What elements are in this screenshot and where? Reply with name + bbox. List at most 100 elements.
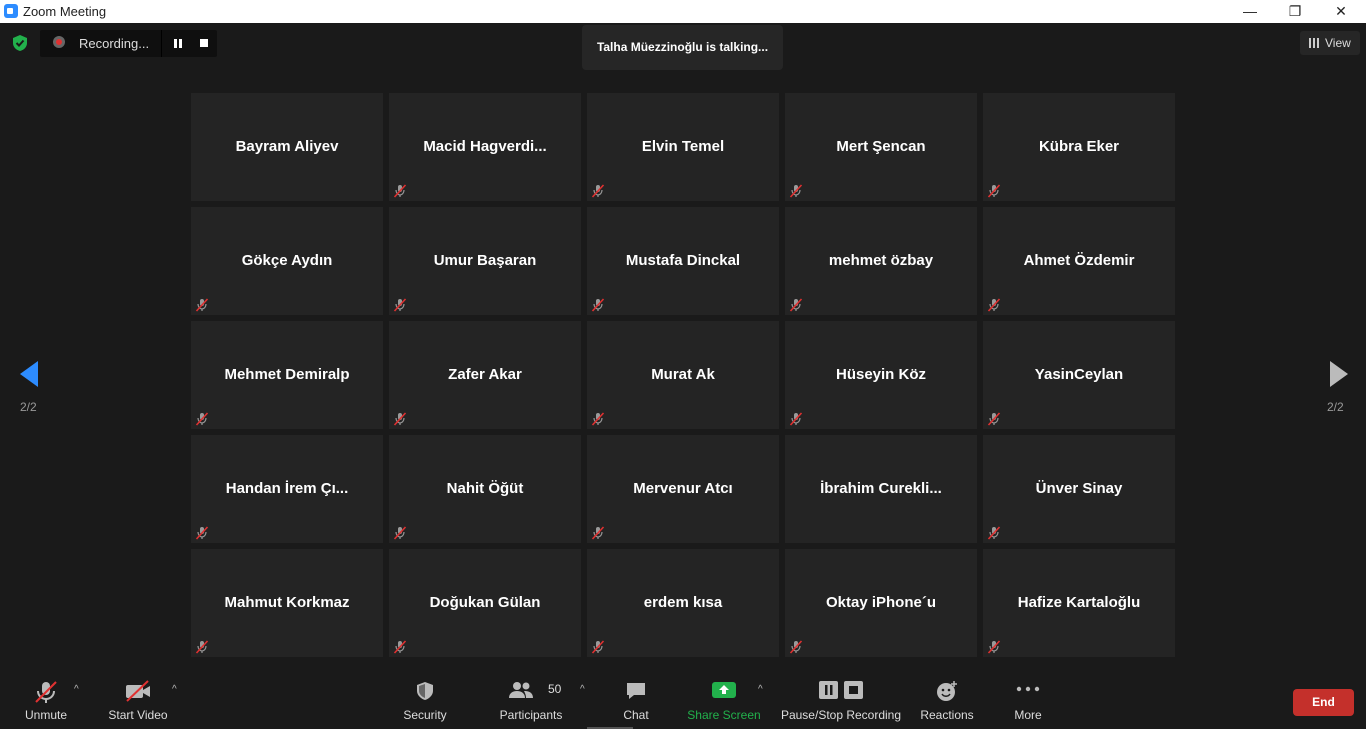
unmute-button[interactable]: Unmute: [14, 668, 78, 729]
participant-name: Mehmet Demiralp: [224, 366, 350, 383]
participant-name: Mahmut Korkmaz: [224, 594, 350, 611]
recording-indicator: Recording...: [40, 30, 217, 57]
participant-tile[interactable]: Umur Başaran: [389, 207, 581, 315]
participant-name: Mert Şencan: [836, 138, 926, 155]
recording-divider: [161, 30, 162, 57]
participant-name: YasinCeylan: [1034, 366, 1124, 383]
participant-tile[interactable]: Mervenur Atcı: [587, 435, 779, 543]
muted-microphone-icon: [987, 640, 1001, 654]
muted-microphone-icon: [591, 526, 605, 540]
participant-tile[interactable]: Mert Şencan: [785, 93, 977, 201]
participant-name: Mervenur Atcı: [633, 480, 733, 497]
previous-page-arrow-icon[interactable]: [12, 355, 52, 395]
chat-bubble-icon: [627, 683, 645, 699]
participant-name: Elvin Temel: [641, 138, 725, 155]
audio-options-caret-icon[interactable]: ^: [74, 684, 79, 695]
participant-tile[interactable]: Gökçe Aydın: [191, 207, 383, 315]
muted-microphone-icon: [393, 526, 407, 540]
more-label: More: [1014, 708, 1042, 722]
muted-microphone-icon: [591, 412, 605, 426]
participant-tile[interactable]: Nahit Öğüt: [389, 435, 581, 543]
muted-microphone-icon: [987, 526, 1001, 540]
participants-options-caret-icon[interactable]: ^: [580, 684, 585, 695]
participants-button[interactable]: 50 Participants: [498, 668, 564, 729]
share-options-caret-icon[interactable]: ^: [758, 684, 763, 695]
muted-microphone-icon: [591, 640, 605, 654]
participant-tile[interactable]: Hafize Kartaloğlu: [983, 549, 1175, 657]
chat-label: Chat: [623, 708, 649, 722]
participant-name: Doğukan Gülan: [429, 594, 541, 611]
title-bar: Zoom Meeting — ❐ ✕: [0, 0, 1366, 23]
muted-microphone-icon: [789, 298, 803, 312]
close-window-button[interactable]: ✕: [1318, 0, 1364, 23]
participant-tile[interactable]: Doğukan Gülan: [389, 549, 581, 657]
muted-microphone-icon: [789, 184, 803, 198]
participant-name: Ahmet Özdemir: [1023, 252, 1135, 269]
participant-tile[interactable]: Zafer Akar: [389, 321, 581, 429]
security-button[interactable]: Security: [398, 668, 452, 729]
encryption-shield-icon[interactable]: [10, 33, 30, 53]
reactions-label: Reactions: [920, 708, 974, 722]
restore-button[interactable]: ❐: [1272, 0, 1318, 23]
muted-microphone-icon: [987, 412, 1001, 426]
participant-tile[interactable]: Oktay iPhone´u: [785, 549, 977, 657]
share-screen-button[interactable]: Share Screen: [686, 668, 762, 729]
participant-name: Ünver Sinay: [1035, 480, 1123, 497]
muted-microphone-icon: [789, 412, 803, 426]
recording-dot-icon: [53, 36, 65, 48]
participant-name: Macid Hagverdi...: [423, 138, 547, 155]
participant-tile[interactable]: Mehmet Demiralp: [191, 321, 383, 429]
pause-stop-icon: [819, 681, 863, 699]
view-label: View: [1325, 36, 1351, 50]
video-options-caret-icon[interactable]: ^: [172, 684, 177, 695]
participant-name: Hafize Kartaloğlu: [1017, 594, 1141, 611]
active-speaker-toast: Talha Müezzinoğlu is talking...: [582, 25, 783, 70]
participant-tile[interactable]: Ünver Sinay: [983, 435, 1175, 543]
participant-tile[interactable]: Handan İrem Çı...: [191, 435, 383, 543]
reactions-button[interactable]: Reactions: [918, 668, 976, 729]
participant-tile[interactable]: Mahmut Korkmaz: [191, 549, 383, 657]
participant-tile[interactable]: Macid Hagverdi...: [389, 93, 581, 201]
pause-stop-recording-button[interactable]: Pause/Stop Recording: [780, 668, 902, 729]
chat-button[interactable]: Chat: [612, 668, 660, 729]
security-label: Security: [403, 708, 447, 722]
page-indicator-right: 2/2: [1327, 400, 1344, 414]
page-indicator-left: 2/2: [20, 400, 37, 414]
participant-tile[interactable]: Ahmet Özdemir: [983, 207, 1175, 315]
next-page-arrow-icon[interactable]: [1318, 355, 1358, 395]
participant-name: Handan İrem Çı...: [225, 480, 349, 497]
participant-name: Mustafa Dinckal: [625, 252, 741, 269]
more-dots-icon: [1016, 686, 1040, 692]
view-button[interactable]: View: [1300, 31, 1360, 55]
participant-tile[interactable]: Kübra Eker: [983, 93, 1175, 201]
more-button[interactable]: More: [1006, 668, 1050, 729]
participant-tile[interactable]: Murat Ak: [587, 321, 779, 429]
participant-tile[interactable]: Mustafa Dinckal: [587, 207, 779, 315]
start-video-label: Start Video: [108, 708, 168, 722]
participants-icon: [509, 682, 533, 698]
participant-name: Bayram Aliyev: [235, 138, 339, 155]
security-shield-icon: [417, 682, 433, 700]
participant-tile[interactable]: YasinCeylan: [983, 321, 1175, 429]
share-screen-icon: [712, 682, 736, 698]
participant-tile[interactable]: Hüseyin Köz: [785, 321, 977, 429]
muted-microphone-icon: [591, 184, 605, 198]
zoom-app-icon: [4, 4, 18, 18]
participant-name: İbrahim Curekli...: [820, 480, 942, 497]
stop-recording-icon[interactable]: [200, 39, 208, 47]
video-off-icon: [126, 680, 150, 702]
meeting-toolbar: Unmute ^ Start Video ^ Security 50 Parti…: [0, 668, 1366, 729]
muted-microphone-icon: [393, 640, 407, 654]
muted-microphone-icon: [987, 184, 1001, 198]
participant-tile[interactable]: mehmet özbay: [785, 207, 977, 315]
pause-recording-icon[interactable]: [174, 39, 183, 48]
minimize-button[interactable]: —: [1227, 0, 1273, 23]
participant-tile[interactable]: erdem kısa: [587, 549, 779, 657]
end-meeting-button[interactable]: End: [1293, 689, 1354, 716]
participant-tile[interactable]: Bayram Aliyev: [191, 93, 383, 201]
participant-tile[interactable]: İbrahim Curekli...: [785, 435, 977, 543]
participant-name: Murat Ak: [651, 366, 715, 383]
grid-icon: [1309, 38, 1319, 48]
start-video-button[interactable]: Start Video: [102, 668, 174, 729]
participant-tile[interactable]: Elvin Temel: [587, 93, 779, 201]
